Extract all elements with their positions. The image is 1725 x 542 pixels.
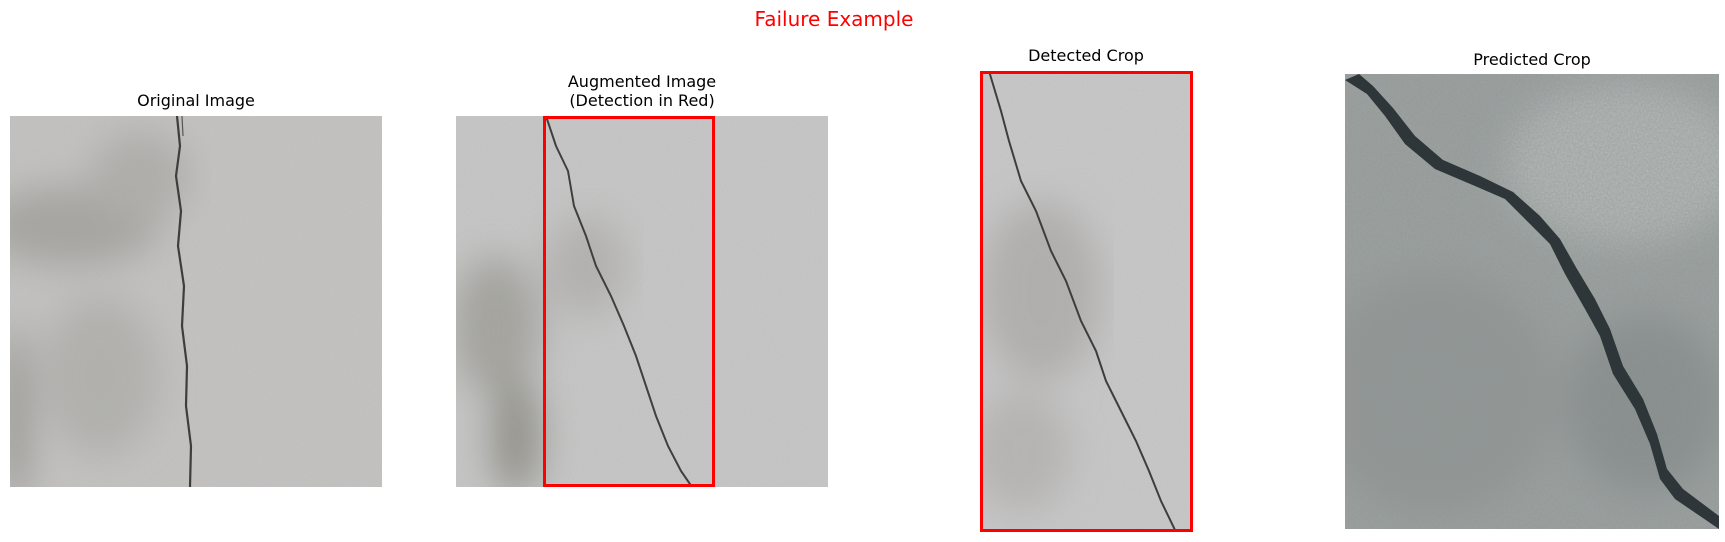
original-image-title: Original Image bbox=[137, 91, 255, 110]
predicted-crop-image bbox=[1345, 74, 1719, 529]
figure-title: Failure Example bbox=[754, 7, 914, 31]
original-image bbox=[10, 116, 382, 487]
detected-crop-border bbox=[980, 71, 1193, 532]
augmented-image-title: Augmented Image (Detection in Red) bbox=[567, 72, 717, 110]
predicted-crop-title: Predicted Crop bbox=[1473, 50, 1591, 69]
detection-box bbox=[543, 116, 715, 487]
detected-crop-title: Detected Crop bbox=[1028, 46, 1144, 65]
